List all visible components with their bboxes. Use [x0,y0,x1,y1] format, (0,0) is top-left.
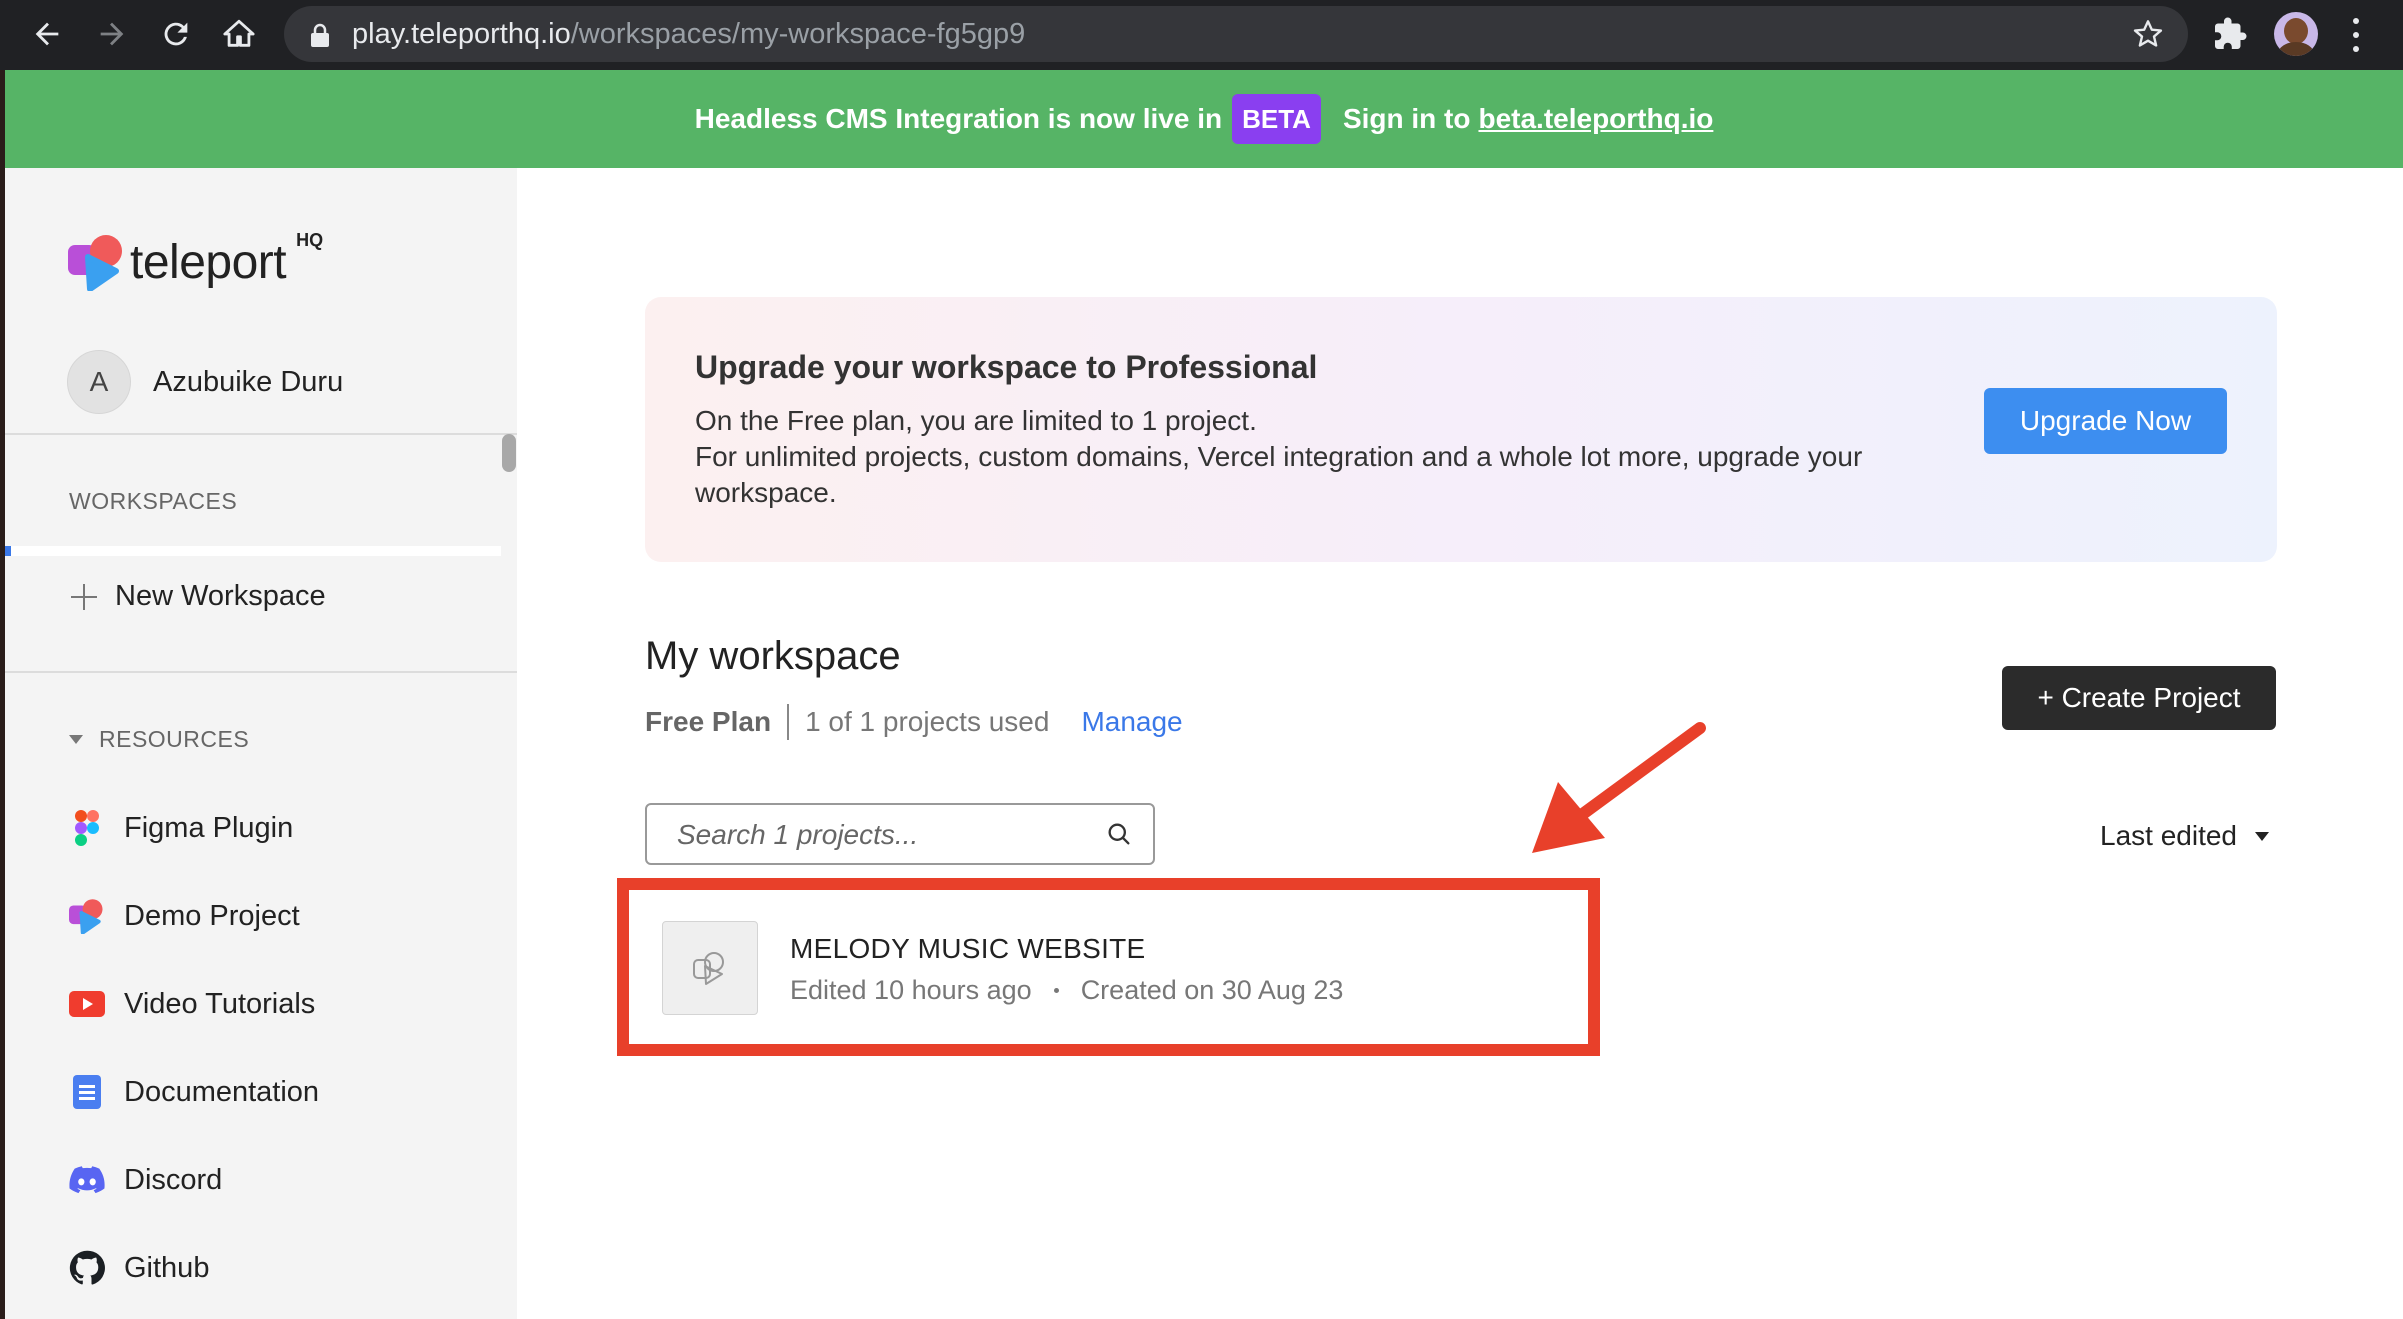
banner-signin-text: Sign in to [1342,103,1471,134]
upgrade-title: Upgrade your workspace to Professional [695,349,1318,385]
bookmark-star-icon[interactable] [2132,18,2164,50]
resource-discord[interactable]: Discord [69,1158,222,1202]
resource-label: Github [124,1251,210,1284]
caret-down-icon [2255,831,2269,841]
search-input[interactable] [677,815,1077,855]
back-button[interactable] [23,10,71,58]
banner-text: Headless CMS Integration is now live in [694,103,1223,134]
home-button[interactable] [215,10,263,58]
resources-toggle[interactable]: RESOURCES [69,726,249,753]
reload-button[interactable] [152,10,200,58]
resource-figma-plugin[interactable]: Figma Plugin [69,806,293,850]
resource-label: Demo Project [124,899,300,932]
reload-icon [164,22,188,46]
extensions-puzzle-icon[interactable] [2212,16,2248,52]
figma-icon [69,810,105,846]
usage-label: 1 of 1 projects used [805,706,1050,737]
resource-documentation[interactable]: Documentation [69,1070,319,1114]
upgrade-description: On the Free plan, you are limited to 1 p… [695,403,1925,511]
sidebar: teleport HQ A Azubuike Duru WORKSPACES N… [5,168,517,1319]
forward-arrow-icon [100,22,124,46]
user-profile[interactable]: A Azubuike Duru [67,350,343,414]
resource-demo-project[interactable]: Demo Project [69,894,300,938]
workspace-item-selected[interactable] [5,546,501,556]
divider [5,671,517,673]
teleport-icon [69,898,105,934]
logo-wordmark: teleport [130,235,287,289]
teleport-logo-icon [68,235,122,291]
github-icon [69,1250,105,1286]
url-path: /workspaces/my-workspace-fg5gp9 [570,18,1026,50]
workspaces-heading: WORKSPACES [69,488,238,514]
document-icon [69,1074,105,1110]
resource-label: Figma Plugin [124,811,294,844]
back-arrow-icon [35,22,59,46]
new-workspace-label: New Workspace [115,580,326,612]
discord-icon [69,1162,105,1198]
address-bar[interactable]: play.teleporthq.io/workspaces/my-workspa… [284,6,2188,62]
resource-label: Video Tutorials [124,987,316,1020]
plan-label: Free Plan [645,706,772,737]
annotation-arrow-icon [1532,722,1706,853]
lock-icon [311,23,329,47]
manage-link[interactable]: Manage [1081,706,1182,738]
user-name: Azubuike Duru [153,365,344,398]
url-host: play.teleporthq.io [352,18,571,50]
resource-label: Discord [124,1163,223,1196]
plus-icon [71,583,97,610]
home-icon [223,19,255,47]
page-title: My workspace [645,634,901,678]
user-avatar: A [67,350,131,414]
resource-github[interactable]: Github [69,1246,209,1290]
forward-button[interactable] [88,10,136,58]
browser-menu-icon[interactable] [2344,14,2368,56]
divider [787,704,790,740]
resources-heading: RESOURCES [99,726,250,752]
upgrade-now-button[interactable]: Upgrade Now [1984,388,2227,454]
highlight-box [617,878,1600,1056]
sort-label: Last edited [2100,820,2237,851]
beta-link[interactable]: beta.teleporthq.io [1478,103,1713,135]
youtube-icon [69,986,105,1022]
resource-label: Documentation [124,1075,320,1108]
sidebar-scrollbar[interactable] [502,434,516,472]
caret-down-icon [69,735,83,744]
upgrade-card: Upgrade your workspace to Professional O… [645,297,2277,562]
browser-toolbar: play.teleporthq.io/workspaces/my-workspa… [0,0,2403,70]
announcement-banner: Headless CMS Integration is now live in … [5,70,2403,168]
sort-dropdown[interactable]: Last edited [2100,820,2269,852]
project-search [645,803,1155,865]
create-project-button[interactable]: + Create Project [2002,666,2276,730]
profile-avatar[interactable] [2274,12,2318,56]
search-icon[interactable] [1105,820,1133,848]
new-workspace-button[interactable]: New Workspace [71,580,326,613]
upgrade-line-1: On the Free plan, you are limited to 1 p… [695,405,1257,436]
workspace-meta: Free Plan 1 of 1 projects used Manage [645,704,1183,740]
url-text: play.teleporthq.io/workspaces/my-workspa… [352,6,1025,62]
logo-hq-label: HQ [296,229,324,250]
resource-video-tutorials[interactable]: Video Tutorials [69,982,315,1026]
teleport-logo[interactable]: teleport HQ [68,230,323,294]
divider [5,433,517,435]
beta-badge: BETA [1232,94,1321,144]
upgrade-line-2: For unlimited projects, custom domains, … [695,441,1863,508]
